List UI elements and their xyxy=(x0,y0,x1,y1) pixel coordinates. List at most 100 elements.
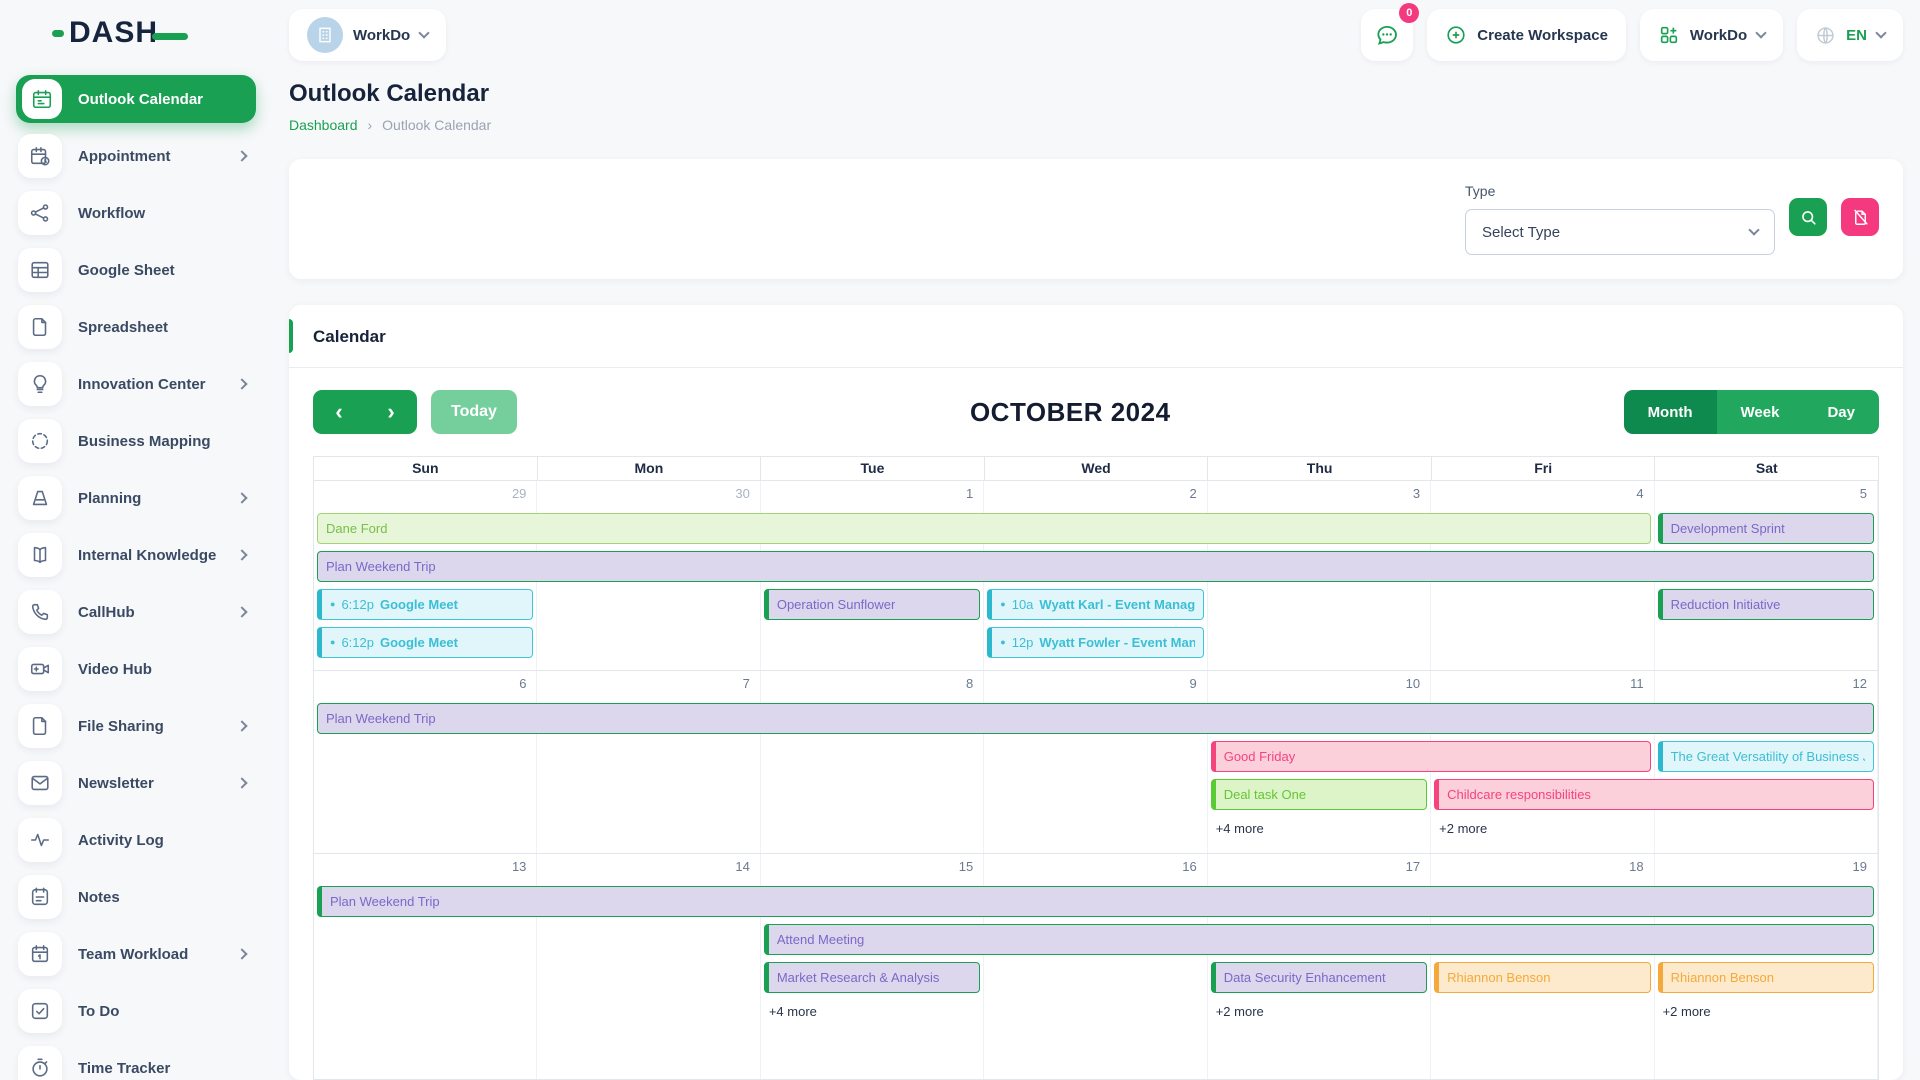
logo-accent-dot xyxy=(52,30,64,37)
create-workspace-label: Create Workspace xyxy=(1477,27,1608,44)
calendar-event[interactable]: Deal task One xyxy=(1211,779,1427,810)
workspace-menu-label: WorkDo xyxy=(1690,27,1747,44)
day-header-thu: Thu xyxy=(1208,457,1432,480)
more-events-link[interactable]: +2 more xyxy=(1435,821,1487,836)
workspace-switcher[interactable]: WorkDo xyxy=(289,9,446,61)
view-day-button[interactable]: Day xyxy=(1803,390,1879,434)
type-filter-group: Type Select Type xyxy=(1465,183,1775,255)
event-title: Development Sprint xyxy=(1671,521,1785,536)
sidebar-item-newsletter[interactable]: Newsletter xyxy=(16,759,256,807)
sidebar-item-innovation-center[interactable]: Innovation Center xyxy=(16,360,256,408)
sidebar-icon-tile xyxy=(18,419,62,463)
sidebar-item-notes[interactable]: Notes xyxy=(16,873,256,921)
chevron-right-icon xyxy=(236,378,247,389)
calendar-event[interactable]: Rhiannon Benson xyxy=(1658,962,1874,993)
sidebar-item-label: File Sharing xyxy=(78,718,222,735)
calendar-event[interactable]: Reduction Initiative xyxy=(1658,589,1874,620)
messages-button[interactable]: 0 xyxy=(1361,9,1413,61)
topbar-right: 0 Create Workspace WorkDo EN xyxy=(1361,9,1903,61)
today-button[interactable]: Today xyxy=(431,390,517,434)
more-events-link[interactable]: +4 more xyxy=(765,1004,817,1019)
calendar-event[interactable]: ●12pWyatt Fowler - Event Man xyxy=(987,627,1203,658)
sidebar-item-activity-log[interactable]: Activity Log xyxy=(16,816,256,864)
share-icon xyxy=(29,202,51,224)
calendar-event[interactable]: Rhiannon Benson xyxy=(1434,962,1650,993)
date-number: 9 xyxy=(1189,676,1196,691)
calendar-event[interactable]: ●6:12pGoogle Meet xyxy=(317,627,533,658)
workspace-menu[interactable]: WorkDo xyxy=(1640,9,1783,61)
calendar-event[interactable]: Operation Sunflower xyxy=(764,589,980,620)
notes-icon xyxy=(29,886,51,908)
calendar-event[interactable]: Development Sprint xyxy=(1658,513,1874,544)
next-month-button[interactable]: › xyxy=(365,390,417,434)
activity-icon xyxy=(29,829,51,851)
calendar-event[interactable]: Plan Weekend Trip xyxy=(317,551,1874,582)
sidebar-item-google-sheet[interactable]: Google Sheet xyxy=(16,246,256,294)
apply-filter-button[interactable] xyxy=(1789,198,1827,236)
clear-filter-button[interactable] xyxy=(1841,198,1879,236)
dashed-circle-icon xyxy=(29,430,51,452)
type-select-value: Select Type xyxy=(1482,224,1750,241)
sidebar-item-label: Activity Log xyxy=(78,832,246,849)
calendar-event[interactable]: Plan Weekend Trip xyxy=(317,703,1874,734)
view-month-button[interactable]: Month xyxy=(1624,390,1717,434)
sidebar-item-to-do[interactable]: To Do xyxy=(16,987,256,1035)
sidebar-item-planning[interactable]: Planning xyxy=(16,474,256,522)
day-cell[interactable]: 6 xyxy=(314,671,537,853)
breadcrumb-separator: › xyxy=(368,117,373,133)
sidebar-item-file-sharing[interactable]: File Sharing xyxy=(16,702,256,750)
week-row: 293012345Dane FordDevelopment SprintPlan… xyxy=(314,481,1878,671)
calendar-event[interactable]: Dane Ford xyxy=(317,513,1651,544)
calendar-event[interactable]: Plan Weekend Trip xyxy=(317,886,1874,917)
sidebar-item-label: Team Workload xyxy=(78,946,222,963)
view-week-button[interactable]: Week xyxy=(1717,390,1804,434)
prev-month-button[interactable]: ‹ xyxy=(313,390,365,434)
sidebar-item-spreadsheet[interactable]: Spreadsheet xyxy=(16,303,256,351)
calendar-event[interactable]: Attend Meeting xyxy=(764,924,1874,955)
day-cell[interactable]: 9 xyxy=(984,671,1207,853)
calendar-event[interactable]: ●6:12pGoogle Meet xyxy=(317,589,533,620)
sidebar-item-appointment[interactable]: Appointment xyxy=(16,132,256,180)
date-number: 4 xyxy=(1636,486,1643,501)
type-select[interactable]: Select Type xyxy=(1465,209,1775,255)
date-number: 30 xyxy=(735,486,749,501)
sidebar-item-label: Video Hub xyxy=(78,661,246,678)
sidebar-item-label: Spreadsheet xyxy=(78,319,246,336)
sidebar-item-callhub[interactable]: CallHub xyxy=(16,588,256,636)
sidebar-item-video-hub[interactable]: Video Hub xyxy=(16,645,256,693)
sidebar-item-label: To Do xyxy=(78,1003,246,1020)
sidebar-item-team-workload[interactable]: Team Workload xyxy=(16,930,256,978)
day-cell[interactable]: 8 xyxy=(761,671,984,853)
event-title: Attend Meeting xyxy=(777,932,864,947)
sidebar-item-workflow[interactable]: Workflow xyxy=(16,189,256,237)
calendar-event[interactable]: Data Security Enhancement xyxy=(1211,962,1427,993)
week-row: 6789101112Plan Weekend TripGood FridayTh… xyxy=(314,671,1878,854)
chevron-down-icon xyxy=(1875,27,1886,38)
calendar-event[interactable]: Good Friday xyxy=(1211,741,1651,772)
workspace-avatar xyxy=(307,17,343,53)
phone-icon xyxy=(29,601,51,623)
event-title: The Great Versatility of Business Jo xyxy=(1671,749,1865,764)
bulb-icon xyxy=(29,373,51,395)
calendar-event[interactable]: Market Research & Analysis xyxy=(764,962,980,993)
more-events-link[interactable]: +2 more xyxy=(1212,1004,1264,1019)
sidebar-icon-tile xyxy=(18,989,62,1033)
calendar-event[interactable]: The Great Versatility of Business Jo xyxy=(1658,741,1874,772)
event-dot-icon: ● xyxy=(1000,638,1005,647)
sidebar-item-internal-knowledge[interactable]: Internal Knowledge xyxy=(16,531,256,579)
more-events-link[interactable]: +4 more xyxy=(1212,821,1264,836)
calendar-event[interactable]: ●10aWyatt Karl - Event Manage xyxy=(987,589,1203,620)
sidebar-item-outlook-calendar[interactable]: Outlook Calendar xyxy=(16,75,256,123)
sidebar-item-business-mapping[interactable]: Business Mapping xyxy=(16,417,256,465)
sidebar-item-time-tracker[interactable]: Time Tracker xyxy=(16,1044,256,1080)
more-events-link[interactable]: +2 more xyxy=(1659,1004,1711,1019)
create-workspace-button[interactable]: Create Workspace xyxy=(1427,9,1626,61)
language-selector[interactable]: EN xyxy=(1797,9,1903,61)
breadcrumb-dashboard-link[interactable]: Dashboard xyxy=(289,117,358,133)
day-cell[interactable]: 7 xyxy=(537,671,760,853)
dash-logo[interactable]: DASH xyxy=(16,0,256,66)
calendar-event[interactable]: Childcare responsibilities xyxy=(1434,779,1874,810)
chevron-right-icon xyxy=(236,948,247,959)
chevron-right-icon xyxy=(236,150,247,161)
logo-text: DASH xyxy=(69,16,158,50)
